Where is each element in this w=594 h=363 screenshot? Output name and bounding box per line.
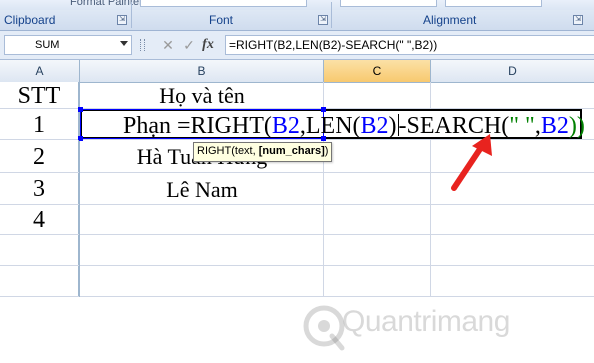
group-label-font: Font <box>209 13 234 27</box>
font-launcher-icon[interactable]: ⇲ <box>318 15 328 25</box>
insert-function-icon[interactable]: fx <box>200 37 216 53</box>
function-arguments-tooltip: RIGHT(text, [num_chars]) <box>193 142 333 162</box>
tooltip-closing: ) <box>324 145 329 157</box>
formula-space-literal: " " <box>509 113 535 139</box>
name-box[interactable]: SUM <box>4 35 132 55</box>
column-header-b[interactable]: B <box>80 60 324 82</box>
chevron-down-icon[interactable] <box>120 41 128 46</box>
group-label-clipboard: Clipboard <box>4 13 56 27</box>
in-cell-formula[interactable]: Phạn =RIGHT(B2,LEN(B2)-SEARCH(" ",B2)) <box>123 113 585 139</box>
formula-closing: )) <box>568 113 585 139</box>
formula-ref-b2: B2 <box>540 113 569 139</box>
column-header-c[interactable]: C <box>324 60 431 82</box>
formula-part: ) <box>388 113 397 139</box>
gridline <box>0 234 594 235</box>
cell-b4[interactable]: Lê Nam <box>80 173 324 204</box>
cell-a6[interactable] <box>0 235 79 265</box>
gridline <box>0 265 594 266</box>
tooltip-current-argument[interactable]: [num_chars] <box>259 145 325 157</box>
tooltip-function[interactable]: RIGHT(text, <box>197 145 259 157</box>
cell-a2[interactable]: 1 <box>0 109 79 139</box>
cancel-icon[interactable]: ✕ <box>160 37 176 53</box>
cell-b1[interactable]: Họ và tên <box>80 82 324 108</box>
formula-bar-grip[interactable] <box>140 39 145 51</box>
red-arrow-annotation <box>451 134 492 191</box>
enter-icon[interactable]: ✓ <box>181 37 197 53</box>
alignment-control-edge[interactable] <box>340 0 437 7</box>
font-name-combo-edge[interactable] <box>140 0 307 7</box>
column-header-a[interactable]: A <box>0 60 80 82</box>
ribbon-group-strip: Format Painter Clipboard ⇲ Font ⇲ Alignm… <box>0 0 594 31</box>
cell-a4[interactable]: 3 <box>0 173 79 204</box>
column-header-row: A B C D <box>0 60 594 83</box>
formula-prefix: Phạn =RIGHT( <box>123 113 272 139</box>
gridline <box>0 296 594 297</box>
group-separator <box>131 2 132 28</box>
group-separator <box>331 2 332 28</box>
alignment-control-edge[interactable] <box>445 0 542 7</box>
group-label-alignment: Alignment <box>423 13 477 27</box>
cell-a1[interactable]: STT <box>0 82 79 109</box>
alignment-launcher-icon[interactable]: ⇲ <box>573 15 583 25</box>
cell-a7[interactable] <box>0 266 79 296</box>
cell-b5[interactable] <box>80 205 324 234</box>
formula-ref-b2: B2 <box>360 113 389 139</box>
clipboard-launcher-icon[interactable]: ⇲ <box>117 15 127 25</box>
formula-ref-b2: B2 <box>271 113 300 139</box>
cell-a3[interactable]: 2 <box>0 140 79 172</box>
cell-a5[interactable]: 4 <box>0 205 79 234</box>
watermark-text: Quantrimang <box>342 305 510 338</box>
formula-input[interactable]: =RIGHT(B2,LEN(B2)-SEARCH(" ",B2)) <box>225 35 594 55</box>
column-header-d[interactable]: D <box>431 60 594 82</box>
formula-part: ,LEN( <box>299 113 361 139</box>
formula-bar: SUM ✕ ✓ fx =RIGHT(B2,LEN(B2)-SEARCH(" ",… <box>0 31 594 60</box>
